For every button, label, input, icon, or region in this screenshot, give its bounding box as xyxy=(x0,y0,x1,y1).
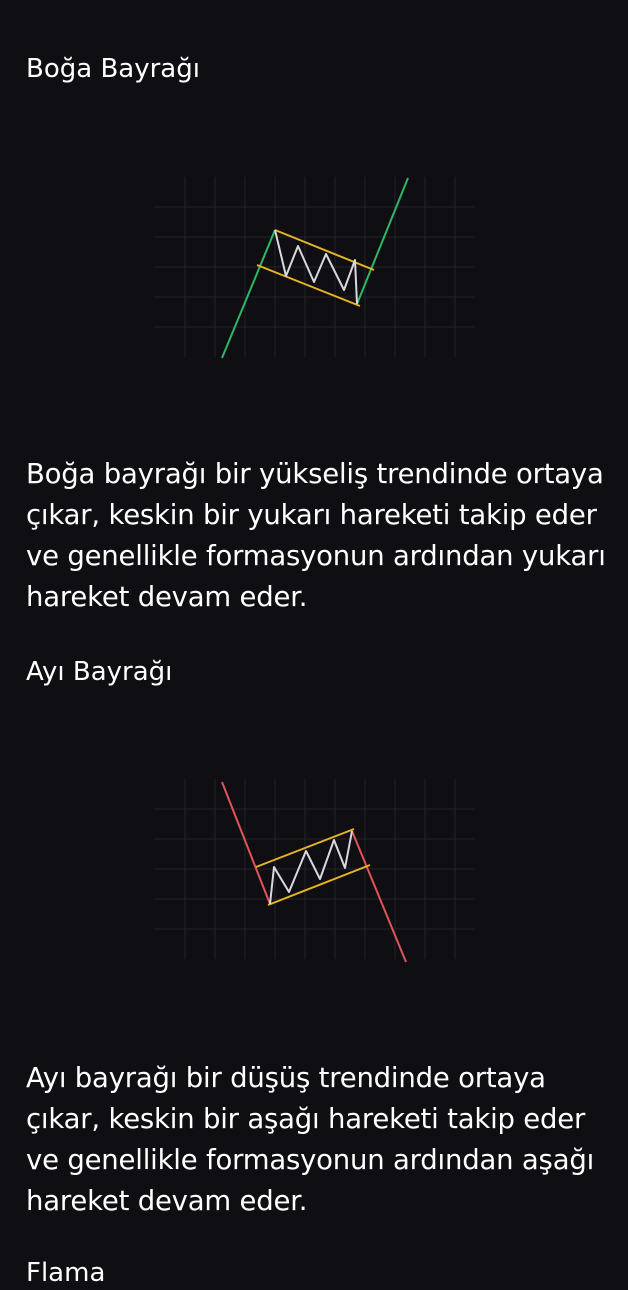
section-description-bull-flag: Boğa bayrağı bir yükseliş trendinde orta… xyxy=(26,458,606,613)
section-description-bear-flag: Ayı bayrağı bir düşüş trendinde ortaya ç… xyxy=(26,1062,595,1217)
bull-flag-pattern-icon xyxy=(150,172,480,367)
bear-flag-pattern-icon xyxy=(150,774,480,969)
section-title-bear-flag: Ayı Bayrağı xyxy=(26,657,173,687)
section-title-pennant: Flama xyxy=(26,1258,106,1288)
section-title-bull-flag: Boğa Bayrağı xyxy=(26,54,200,84)
